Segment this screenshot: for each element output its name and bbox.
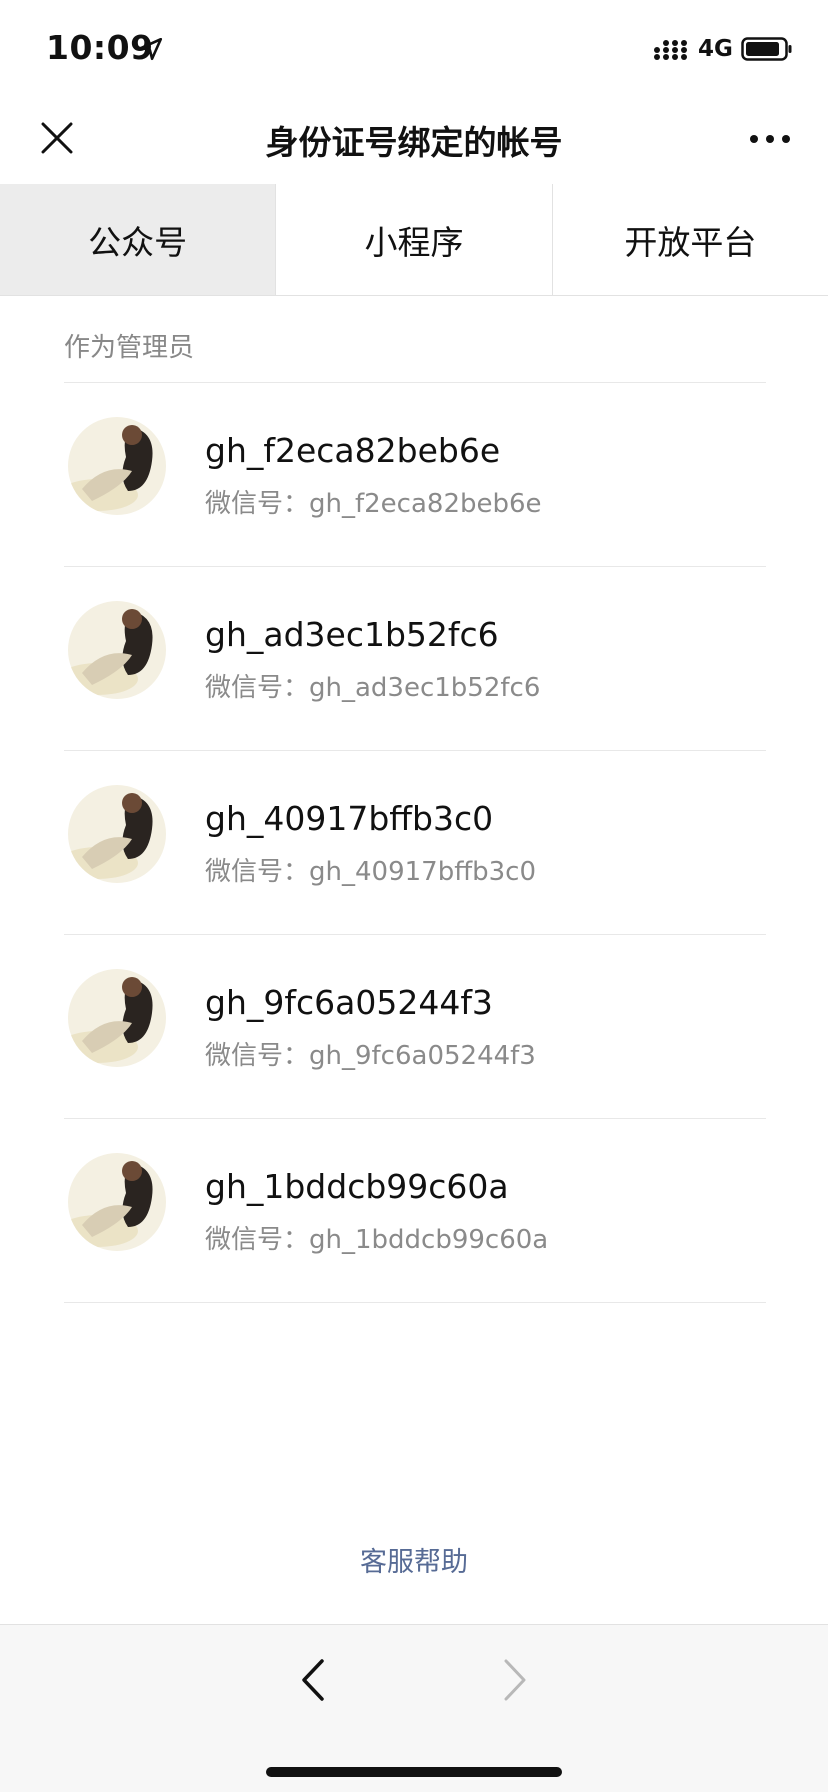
account-type-tabs: 公众号 小程序 开放平台 bbox=[0, 184, 828, 296]
account-name: gh_9fc6a05244f3 bbox=[205, 983, 493, 1022]
signal-icon bbox=[654, 40, 687, 60]
account-row[interactable]: gh_f2eca82beb6e 微信号：gh_f2eca82beb6e bbox=[64, 383, 766, 567]
account-row[interactable]: gh_40917bffb3c0 微信号：gh_40917bffb3c0 bbox=[64, 751, 766, 935]
account-name: gh_ad3ec1b52fc6 bbox=[205, 615, 499, 654]
account-list: gh_f2eca82beb6e 微信号：gh_f2eca82beb6e gh_a… bbox=[64, 382, 766, 1303]
page-title: 身份证号绑定的帐号 bbox=[265, 123, 563, 162]
network-label: 4G bbox=[698, 36, 733, 62]
avatar bbox=[68, 969, 166, 1067]
avatar bbox=[68, 785, 166, 883]
account-row[interactable]: gh_ad3ec1b52fc6 微信号：gh_ad3ec1b52fc6 bbox=[64, 567, 766, 751]
account-wechat-id: 微信号：gh_9fc6a05244f3 bbox=[205, 1041, 536, 1071]
customer-service-help-link[interactable]: 客服帮助 bbox=[0, 1540, 828, 1579]
nav-bar: 身份证号绑定的帐号 bbox=[0, 100, 828, 184]
account-wechat-id: 微信号：gh_1bddcb99c60a bbox=[205, 1225, 549, 1255]
account-wechat-id: 微信号：gh_f2eca82beb6e bbox=[205, 489, 542, 519]
account-wechat-id: 微信号：gh_40917bffb3c0 bbox=[205, 857, 536, 887]
more-icon[interactable] bbox=[748, 124, 792, 154]
bottom-toolbar bbox=[0, 1624, 828, 1792]
account-name: gh_1bddcb99c60a bbox=[205, 1167, 509, 1206]
account-name: gh_f2eca82beb6e bbox=[205, 431, 501, 470]
location-arrow-icon bbox=[139, 37, 163, 61]
tab-official-account[interactable]: 公众号 bbox=[0, 184, 277, 295]
avatar bbox=[68, 417, 166, 515]
avatar bbox=[68, 601, 166, 699]
account-row[interactable]: gh_1bddcb99c60a 微信号：gh_1bddcb99c60a bbox=[64, 1119, 766, 1303]
home-indicator bbox=[266, 1767, 562, 1777]
tab-open-platform[interactable]: 开放平台 bbox=[553, 184, 828, 295]
battery-icon bbox=[741, 37, 792, 61]
tab-mini-program[interactable]: 小程序 bbox=[276, 184, 553, 295]
section-label: 作为管理员 bbox=[64, 333, 195, 363]
account-row[interactable]: gh_9fc6a05244f3 微信号：gh_9fc6a05244f3 bbox=[64, 935, 766, 1119]
avatar bbox=[68, 1153, 166, 1251]
chevron-left-icon[interactable] bbox=[292, 1655, 336, 1705]
chevron-right-icon bbox=[504, 1659, 526, 1701]
account-wechat-id: 微信号：gh_ad3ec1b52fc6 bbox=[205, 673, 541, 703]
account-name: gh_40917bffb3c0 bbox=[205, 799, 494, 838]
status-bar: 10:09 4G bbox=[0, 0, 828, 100]
